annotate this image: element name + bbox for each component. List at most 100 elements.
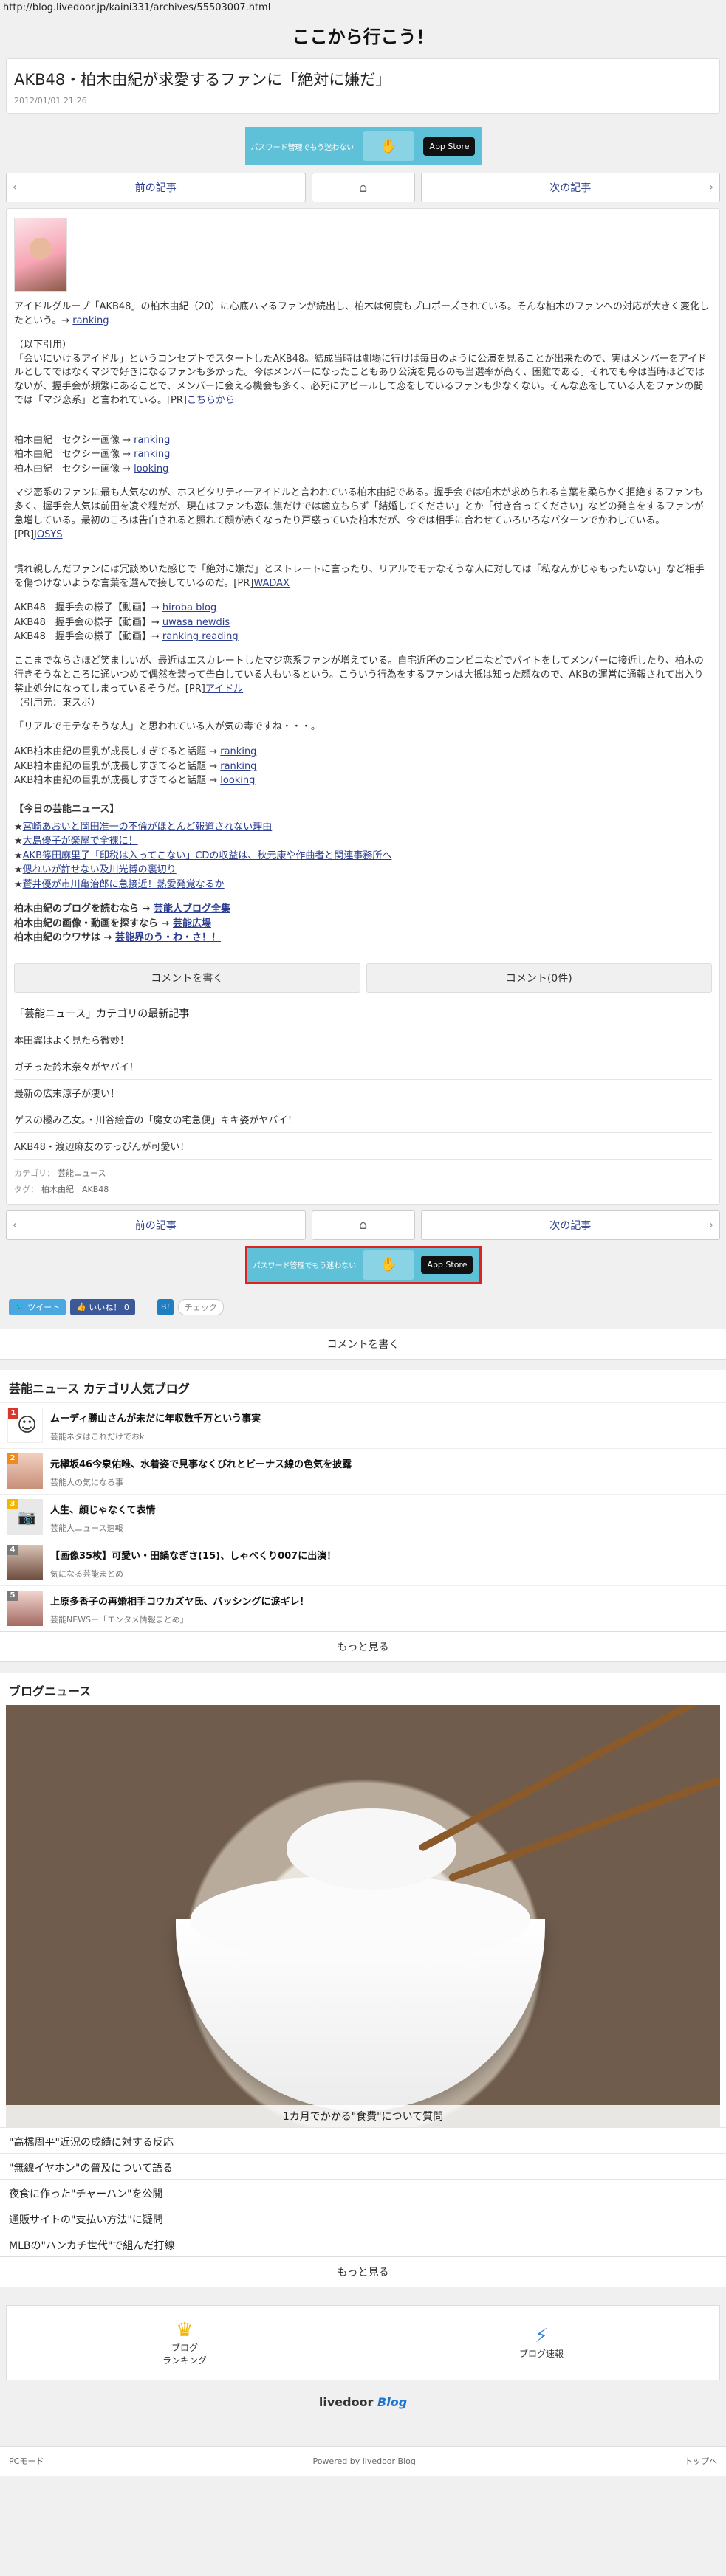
thumbs-up-icon: 👍 <box>76 1302 86 1312</box>
popular-blog-item[interactable]: 3 📷 人生、顔じゃなくて表情 芸能人ニュース速報 <box>0 1493 726 1540</box>
home-icon: ⌂ <box>358 1217 368 1233</box>
write-comment-button[interactable]: コメントを書く <box>14 962 360 993</box>
today-news-link[interactable]: 偲れいが許せない及川光博の裏切り <box>23 864 177 875</box>
line-text: 柏木由紀 セクシー画像 → <box>14 449 131 461</box>
ad-banner-top[interactable]: パスワード管理でもう迷わない ✋ App Store <box>244 127 482 165</box>
p4-link[interactable]: WADAX <box>253 578 290 589</box>
article-thumbnail[interactable] <box>14 218 67 292</box>
line-link[interactable]: ranking <box>134 449 170 460</box>
handshake-lines: AKB48 握手会の様子【動画】→ hiroba blog AKB48 握手会の… <box>14 601 712 644</box>
tweet-button[interactable]: 🐦 ツイート <box>9 1298 66 1315</box>
blog-ranking-link[interactable]: ♛ ブログ ランキング <box>7 2306 363 2380</box>
category-item[interactable]: ガチった鈴木奈々がヤバイ！ <box>14 1053 712 1080</box>
app-store-badge: App Store <box>423 137 476 156</box>
popular-blog-item[interactable]: 4 【画像35枚】可愛い・田鍋なぎさ(15)、しゃべくり007に出演！ 気になる芸… <box>0 1539 726 1585</box>
paragraph-1: アイドルグループ「AKB48」の柏木由紀（20）に心底ハマるファンが続出し、柏木… <box>14 300 712 328</box>
popular-more-button[interactable]: もっと見る <box>0 1630 726 1662</box>
home-button[interactable]: ⌂ <box>311 1210 415 1240</box>
ad-banner-bottom[interactable]: パスワード管理でもう迷わない ✋ App Store <box>244 1245 482 1284</box>
blog-sub: 気になる芸能まとめ <box>50 1568 123 1579</box>
blog-lines: 柏木由紀のブログを読むなら → 芸能人ブログ全集 柏木由紀の画像・動画を探すなら… <box>14 902 712 946</box>
paragraph-3: マジ恋系のファンに最も人気なのが、ホスピタリティーアイドルと言われている柏木由紀… <box>14 486 712 542</box>
rank-badge: 4 <box>7 1544 18 1555</box>
today-news-link[interactable]: AKB篠田麻里子「印税は入ってこない」CDの収益は、秋元康や作曲者と関連事務所へ <box>23 850 392 861</box>
line-link[interactable]: hiroba blog <box>162 602 216 613</box>
back-to-top-link[interactable]: トップへ <box>685 2455 717 2467</box>
prev-article-button[interactable]: ‹ 前の記事 <box>6 1210 306 1240</box>
breast-line: AKB柏木由紀の巨乳が成長しすぎてると話題 → ranking <box>14 760 712 774</box>
facebook-like-button[interactable]: 👍 いいね！ 0 <box>70 1298 135 1315</box>
home-button[interactable]: ⌂ <box>311 173 415 202</box>
next-article-button[interactable]: 次の記事 › <box>420 173 720 202</box>
category-item[interactable]: 最新の広末涼子が凄い！ <box>14 1080 712 1106</box>
category-item[interactable]: AKB48・渡辺麻友のすっぴんが可愛い！ <box>14 1133 712 1160</box>
blog-news-item[interactable]: 夜食に作った"チャーハン"を公開 <box>0 2178 726 2205</box>
p3-text: マジ恋系のファンに最も人気なのが、ホスピタリティーアイドルと言われている柏木由紀… <box>14 487 704 540</box>
blog-ranking-label: ブログ ランキング <box>162 2342 207 2366</box>
sexy-line: 柏木由紀 セクシー画像 → looking <box>14 462 712 477</box>
prev-label: 前の記事 <box>134 182 177 194</box>
p1-link[interactable]: ranking <box>72 315 109 326</box>
blog-news-item[interactable]: "無線イヤホン"の普及について語る <box>0 2152 726 2179</box>
line-link[interactable]: 芸能人ブログ全集 <box>154 903 230 915</box>
handshake-line: AKB48 握手会の様子【動画】→ uwasa newdis <box>14 616 712 630</box>
blog-news-more-button[interactable]: もっと見る <box>0 2256 726 2287</box>
p2-link[interactable]: こちらから <box>187 395 235 406</box>
p2-text: 「会いにいけるアイドル」というコンセプトでスタートしたAKB48。結成当時は劇場… <box>14 353 708 407</box>
pager-top: ‹ 前の記事 ⌂ 次の記事 › <box>6 173 720 202</box>
pc-mode-link[interactable]: PCモード <box>9 2455 44 2467</box>
category-item[interactable]: 本田翼はよく見たら微妙！ <box>14 1027 712 1053</box>
p5-text: ここまでならさほど笑ましいが、最近はエスカレートしたマジ恋系ファンが増えている。… <box>14 655 704 695</box>
paragraph-6: 「リアルでモテなそうな人」と思われている人が気の毒ですね・・・。 <box>14 721 321 733</box>
article-date: 2012/01/01 21:26 <box>14 96 87 106</box>
category-item[interactable]: ゲスの極み乙女。・川谷絵音の「魔女の宅急便」キキ姿がヤバイ！ <box>14 1106 712 1133</box>
p3-link[interactable]: JOSYS <box>34 529 63 540</box>
p5-link[interactable]: アイドル <box>205 683 243 695</box>
today-news-link[interactable]: 宮崎あおいと岡田准一の不倫がほとんど報道されない理由 <box>23 822 273 833</box>
popular-blog-item[interactable]: 1 ☺ ムーディ勝山さんが未だに年収数千万という事実 芸能ネタはこれだけでおk <box>0 1402 726 1448</box>
line-link[interactable]: ranking <box>134 435 170 446</box>
blog-news-item[interactable]: MLBの"ハンカチ世代"で組んだ打線 <box>0 2230 726 2256</box>
line-link[interactable]: looking <box>134 464 168 475</box>
today-news-list: ★宮崎あおいと岡田准一の不倫がほとんど報道されない理由 ★大島優子が楽屋で全裸に… <box>14 820 712 892</box>
livedoor-blog-logo[interactable]: livedoor Blog <box>0 2380 726 2424</box>
mixi-check-button[interactable]: チェック <box>177 1298 224 1315</box>
today-news-link[interactable]: 蒼井優が市川亀治郎に急接近！熱愛発覚なるか <box>23 879 225 890</box>
line-link[interactable]: uwasa newdis <box>162 617 230 628</box>
line-link[interactable]: ranking <box>220 746 256 757</box>
today-news-link[interactable]: 大島優子が楽屋で全裸に！ <box>23 836 138 847</box>
p1-text: アイドルグループ「AKB48」の柏木由紀（20）に心底ハマるファンが続出し、柏木… <box>14 301 709 326</box>
hatena-bookmark-button[interactable]: B! <box>157 1298 174 1315</box>
ad-figure-icon: ✋ <box>363 1250 415 1280</box>
blog-news-photo[interactable]: 1カ月でかかる"食費"について質問 <box>6 1704 720 2127</box>
popular-blog-item[interactable]: 5 上原多香子の再婚相手コウカズヤ氏、バッシングに涙ギレ！ 芸能NEWS＋「エンタ… <box>0 1585 726 1631</box>
blog-line: 柏木由紀の画像・動画を探すなら → 芸能広場 <box>14 917 712 931</box>
blog-news-item[interactable]: "高橋周平"近況の成績に対する反応 <box>0 2126 726 2153</box>
blog-speed-link[interactable]: ⚡ ブログ速報 <box>363 2305 719 2380</box>
blog-sub: 芸能ネタはこれだけでおk <box>50 1431 145 1442</box>
meta-tag-links[interactable]: 柏木由紀 AKB48 <box>41 1185 109 1194</box>
line-link[interactable]: 芸能界のう・わ・さ！！ <box>115 932 221 943</box>
powered-by[interactable]: Powered by livedoor Blog <box>312 2456 415 2466</box>
comment-count-button[interactable]: コメント(0件) <box>366 962 712 993</box>
paragraph-2: 「会いにいけるアイドル」というコンセプトでスタートしたAKB48。結成当時は劇場… <box>14 353 712 408</box>
next-article-button[interactable]: 次の記事 › <box>420 1210 720 1240</box>
write-comment-wide-button[interactable]: コメントを書く <box>0 1328 726 1360</box>
article-body-card: アイドルグループ「AKB48」の柏木由紀（20）に心底ハマるファンが続出し、柏木… <box>6 208 720 1205</box>
ad-figure-icon: ✋ <box>363 131 415 161</box>
p5-source: （引用元：東スポ） <box>14 697 101 709</box>
footer-nav: ♛ ブログ ランキング ⚡ ブログ速報 <box>6 2304 720 2380</box>
rice-on-chopsticks <box>287 1808 456 1890</box>
line-link[interactable]: ranking reading <box>162 631 239 642</box>
blog-news-item[interactable]: 通販サイトの"支払い方法"に疑問 <box>0 2204 726 2231</box>
category-latest: 「芸能ニュース」カテゴリの最新記事 本田翼はよく見たら微妙！ ガチった鈴木奈々が… <box>7 1006 719 1160</box>
line-link[interactable]: looking <box>220 775 255 786</box>
line-link[interactable]: 芸能広場 <box>173 918 211 929</box>
line-link[interactable]: ranking <box>220 761 256 772</box>
lightning-icon: ⚡ <box>534 2325 549 2348</box>
popular-blog-item[interactable]: 2 元欅坂46今泉佑唯、水着姿で見事なくびれとビーナス線の色気を披露 芸能人の気に… <box>0 1447 726 1494</box>
meta-category-link[interactable]: 芸能ニュース <box>58 1168 106 1178</box>
prev-article-button[interactable]: ‹ 前の記事 <box>6 173 306 202</box>
blog-text: Blog <box>377 2394 408 2409</box>
site-title[interactable]: ここから行こう！ <box>0 15 726 58</box>
